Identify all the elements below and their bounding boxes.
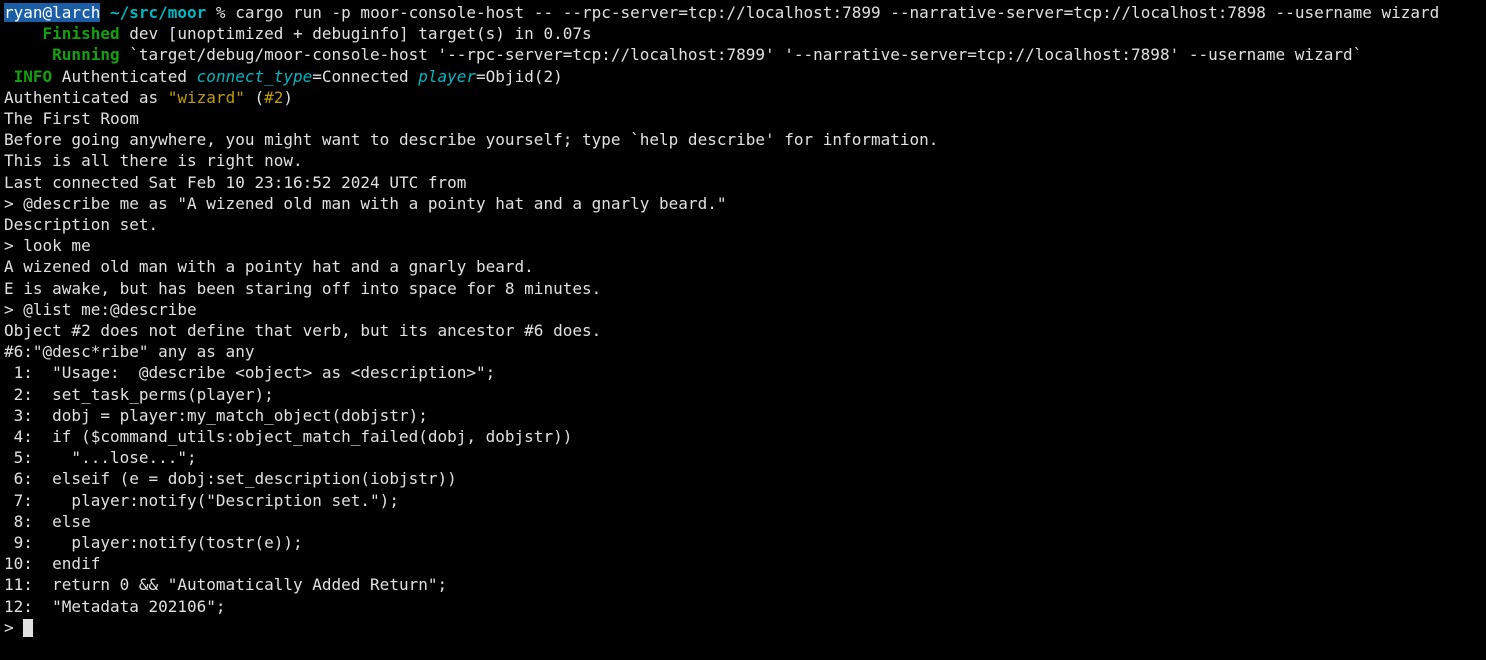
output-line: 9: player:notify(tostr(e)); xyxy=(4,533,303,552)
output-line: This is all there is right now. xyxy=(4,151,303,170)
input-prompt[interactable]: > xyxy=(4,618,23,637)
output-line: 1: "Usage: @describe <object> as <descri… xyxy=(4,363,495,382)
output-line: 7: player:notify("Description set."); xyxy=(4,491,399,510)
output-line: The First Room xyxy=(4,109,139,128)
output-line: 6: elseif (e = dobj:set_description(iobj… xyxy=(4,469,457,488)
output-line: > look me xyxy=(4,236,91,255)
log-level: INFO xyxy=(4,67,52,86)
output-line: 2: set_task_perms(player); xyxy=(4,385,274,404)
output-line: A wizened old man with a pointy hat and … xyxy=(4,257,534,276)
cursor[interactable] xyxy=(23,619,33,637)
output-line: 11: return 0 && "Automatically Added Ret… xyxy=(4,575,447,594)
output-line: 10: endif xyxy=(4,554,100,573)
prompt-path: ~/src/moor xyxy=(110,3,206,22)
output-line: 8: else xyxy=(4,512,91,531)
output-line: Description set. xyxy=(4,215,158,234)
output-line: Before going anywhere, you might want to… xyxy=(4,130,938,149)
output-line: 5: "...lose..."; xyxy=(4,448,197,467)
prompt-user-host: ryan@larch xyxy=(4,3,100,22)
cargo-finished-label: Finished xyxy=(4,24,120,43)
output-line: E is awake, but has been staring off int… xyxy=(4,279,601,298)
auth-prefix: Authenticated as xyxy=(4,88,168,107)
terminal-output[interactable]: ryan@larch ~/src/moor % cargo run -p moo… xyxy=(0,0,1486,660)
shell-command: cargo run -p moor-console-host -- --rpc-… xyxy=(235,3,1439,22)
output-line: 3: dobj = player:my_match_object(dobjstr… xyxy=(4,406,428,425)
output-line: Object #2 does not define that verb, but… xyxy=(4,321,601,340)
output-line: > @list me:@describe xyxy=(4,300,197,319)
auth-username: "wizard" xyxy=(168,88,245,107)
output-line: > @describe me as "A wizened old man wit… xyxy=(4,194,726,213)
cargo-running-label: Running xyxy=(4,45,120,64)
output-line: 12: "Metadata 202106"; xyxy=(4,597,226,616)
auth-objid: #2 xyxy=(264,88,283,107)
output-line: #6:"@desc*ribe" any as any xyxy=(4,342,254,361)
output-line: 4: if ($command_utils:object_match_faile… xyxy=(4,427,572,446)
output-line: Last connected Sat Feb 10 23:16:52 2024 … xyxy=(4,173,466,192)
prompt-sigil: % xyxy=(206,3,235,22)
